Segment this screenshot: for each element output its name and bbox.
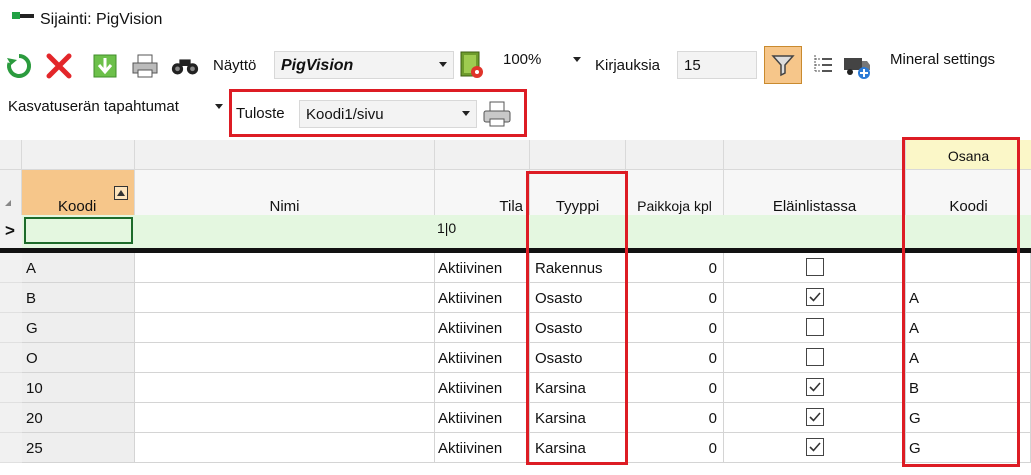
table-cell-elain[interactable] (724, 433, 906, 463)
table-cell-paikkoja[interactable]: 0 (626, 433, 724, 463)
table-cell-elain[interactable] (724, 343, 906, 373)
filter-icon (771, 55, 795, 77)
row-selector[interactable] (0, 253, 22, 283)
table-cell-elain[interactable] (724, 403, 906, 433)
data-grid: Osana Koodi Nimi Tila Tyyppi Paikkoja kp… (0, 137, 1031, 475)
table-cell-koodi[interactable]: 10 (22, 373, 135, 403)
check-icon (809, 382, 821, 392)
print-icon[interactable] (130, 51, 160, 81)
table-cell-tila[interactable]: Aktiivinen (435, 373, 530, 403)
table-cell-koodi[interactable]: A (22, 253, 135, 283)
table-cell-tila[interactable]: Aktiivinen (435, 283, 530, 313)
checkbox-unchecked[interactable] (806, 318, 824, 336)
checkbox-checked[interactable] (806, 408, 824, 426)
table-cell-elain[interactable] (724, 313, 906, 343)
table-cell-tila[interactable]: Aktiivinen (435, 403, 530, 433)
row-selector[interactable] (0, 313, 22, 343)
print-layout-select[interactable]: Koodi1/sivu (299, 100, 477, 128)
refresh-icon[interactable] (4, 51, 34, 81)
table-cell-elain[interactable] (724, 253, 906, 283)
tyyppi-highlight-box (526, 171, 628, 465)
filter-input-koodi[interactable] (24, 217, 133, 244)
delete-icon[interactable] (44, 51, 74, 81)
tree-list-icon[interactable] (808, 48, 838, 78)
binoculars-icon[interactable] (170, 51, 200, 81)
sort-asc-icon[interactable] (114, 186, 128, 200)
check-icon (809, 412, 821, 422)
col-tila[interactable]: Tila (435, 170, 530, 215)
check-icon (809, 442, 821, 452)
checkbox-checked[interactable] (806, 288, 824, 306)
table-cell-paikkoja[interactable]: 0 (626, 253, 724, 283)
table-cell-paikkoja[interactable]: 0 (626, 313, 724, 343)
records-value: 15 (684, 57, 701, 74)
table-cell-paikkoja[interactable]: 0 (626, 403, 724, 433)
records-label: Kirjauksia (595, 57, 661, 74)
filter-button[interactable] (764, 46, 802, 84)
title-bar: Sijainti: PigVision (0, 0, 1031, 40)
checkbox-unchecked[interactable] (806, 258, 824, 276)
table-cell-tila[interactable]: Aktiivinen (435, 433, 530, 463)
mineral-settings-link[interactable]: Mineral settings (890, 51, 995, 68)
download-icon[interactable] (90, 51, 120, 81)
table-cell-koodi[interactable]: B (22, 283, 135, 313)
table-cell-tila[interactable]: Aktiivinen (435, 253, 530, 283)
table-cell-koodi[interactable]: 20 (22, 403, 135, 433)
table-cell-nimi[interactable] (135, 253, 435, 283)
col-paikkoja[interactable]: Paikkoja kpl (626, 170, 724, 215)
table-cell-nimi[interactable] (135, 373, 435, 403)
table-cell-nimi[interactable] (135, 433, 435, 463)
events-menu[interactable]: Kasvatuserän tapahtumat (8, 98, 179, 115)
table-cell-nimi[interactable] (135, 283, 435, 313)
filter-value-tila[interactable]: 1|0 (437, 220, 456, 236)
row-selector[interactable] (0, 403, 22, 433)
display-select[interactable]: PigVision (274, 51, 454, 79)
check-icon (809, 292, 821, 302)
print-label: Tuloste (236, 105, 285, 122)
chevron-down-icon[interactable] (215, 104, 223, 109)
chevron-down-icon (439, 62, 447, 67)
records-field: 15 (677, 51, 757, 79)
app-icon (12, 12, 34, 19)
table-cell-nimi[interactable] (135, 403, 435, 433)
table-cell-tila[interactable]: Aktiivinen (435, 313, 530, 343)
row-selector[interactable] (0, 433, 22, 463)
table-cell-paikkoja[interactable]: 0 (626, 373, 724, 403)
row-selector[interactable] (0, 373, 22, 403)
zoom-select[interactable]: 100% (497, 48, 587, 76)
table-cell-koodi[interactable]: O (22, 343, 135, 373)
col-koodi[interactable]: Koodi (22, 170, 135, 215)
grid-rows: A Aktiivinen Rakennus 0 B Aktiivinen Osasto 0 A G… (0, 253, 1031, 475)
row-selector[interactable] (0, 283, 22, 313)
table-cell-nimi[interactable] (135, 343, 435, 373)
chevron-down-icon (573, 57, 581, 62)
table-cell-koodi[interactable]: 25 (22, 433, 135, 463)
table-cell-elain[interactable] (724, 283, 906, 313)
table-cell-paikkoja[interactable]: 0 (626, 283, 724, 313)
chevron-down-icon (462, 111, 470, 116)
col-elainlistassa[interactable]: Eläinlistassa (724, 170, 906, 215)
col-nimi[interactable]: Nimi (135, 170, 435, 215)
checkbox-checked[interactable] (806, 378, 824, 396)
window-title: Sijainti: PigVision (40, 11, 163, 28)
row-selector[interactable] (0, 343, 22, 373)
corner-triangle-icon (5, 200, 11, 206)
display-value: PigVision (281, 57, 354, 74)
checkbox-checked[interactable] (806, 438, 824, 456)
current-row-marker: > (5, 221, 15, 240)
zoom-value: 100% (503, 51, 542, 68)
table-cell-paikkoja[interactable]: 0 (626, 343, 724, 373)
table-cell-nimi[interactable] (135, 313, 435, 343)
table-cell-koodi[interactable]: G (22, 313, 135, 343)
checkbox-unchecked[interactable] (806, 348, 824, 366)
print-icon[interactable] (482, 99, 512, 129)
table-cell-tila[interactable]: Aktiivinen (435, 343, 530, 373)
truck-add-icon[interactable] (842, 50, 872, 80)
osana-highlight-box (902, 137, 1020, 467)
table-cell-elain[interactable] (724, 373, 906, 403)
print-layout-value: Koodi1/sivu (306, 106, 384, 123)
display-label: Näyttö (213, 57, 257, 74)
book-settings-icon[interactable] (456, 50, 486, 80)
